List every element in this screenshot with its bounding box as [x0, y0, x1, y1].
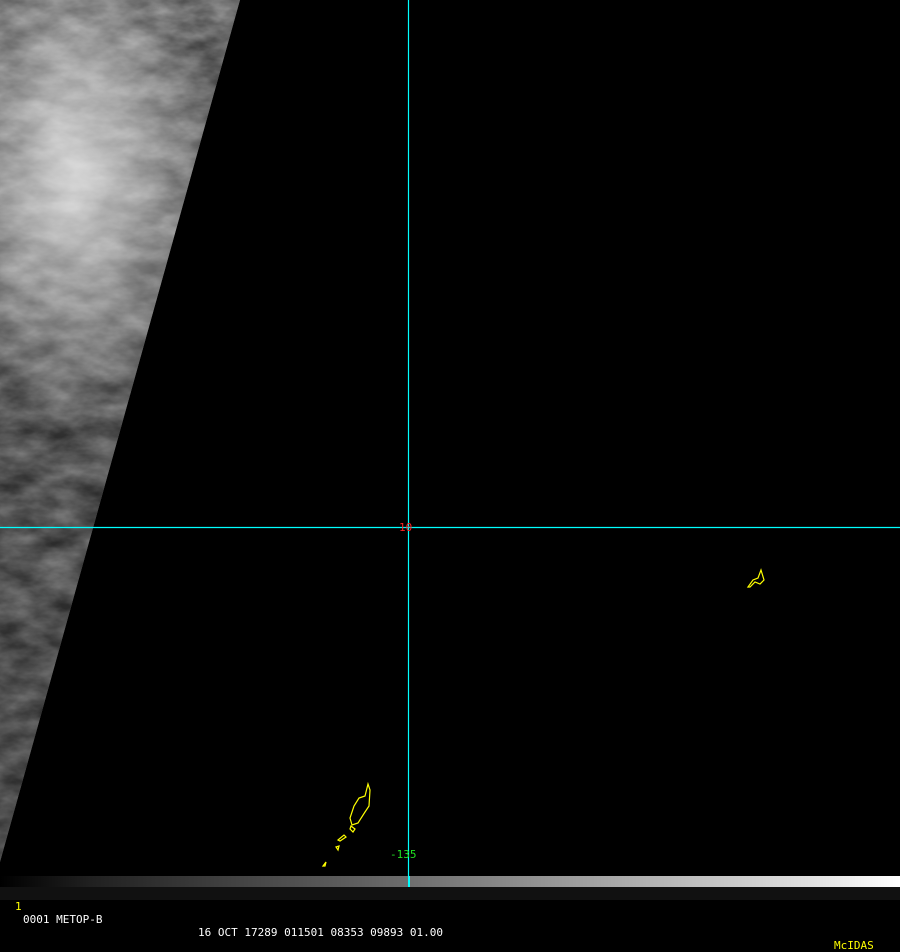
latitude-label: 10 — [399, 521, 413, 534]
longitude-label: -135 — [390, 848, 417, 861]
satellite-image — [0, 0, 900, 876]
info-bar: 1 0001 METOP-B 16 OCT 17289 011501 08353… — [0, 887, 900, 952]
image-metadata: 16 OCT 17289 011501 08353 09893 01.00 — [198, 926, 444, 939]
coastline — [321, 568, 765, 867]
colorbar-marker — [408, 876, 410, 887]
frame-number: 1 — [15, 900, 22, 913]
cloud-swath — [0, 0, 240, 862]
mcidas-brand: McIDAS — [834, 939, 874, 952]
grayscale-colorbar — [0, 876, 900, 887]
satellite-id: 0001 METOP-B — [23, 913, 103, 926]
